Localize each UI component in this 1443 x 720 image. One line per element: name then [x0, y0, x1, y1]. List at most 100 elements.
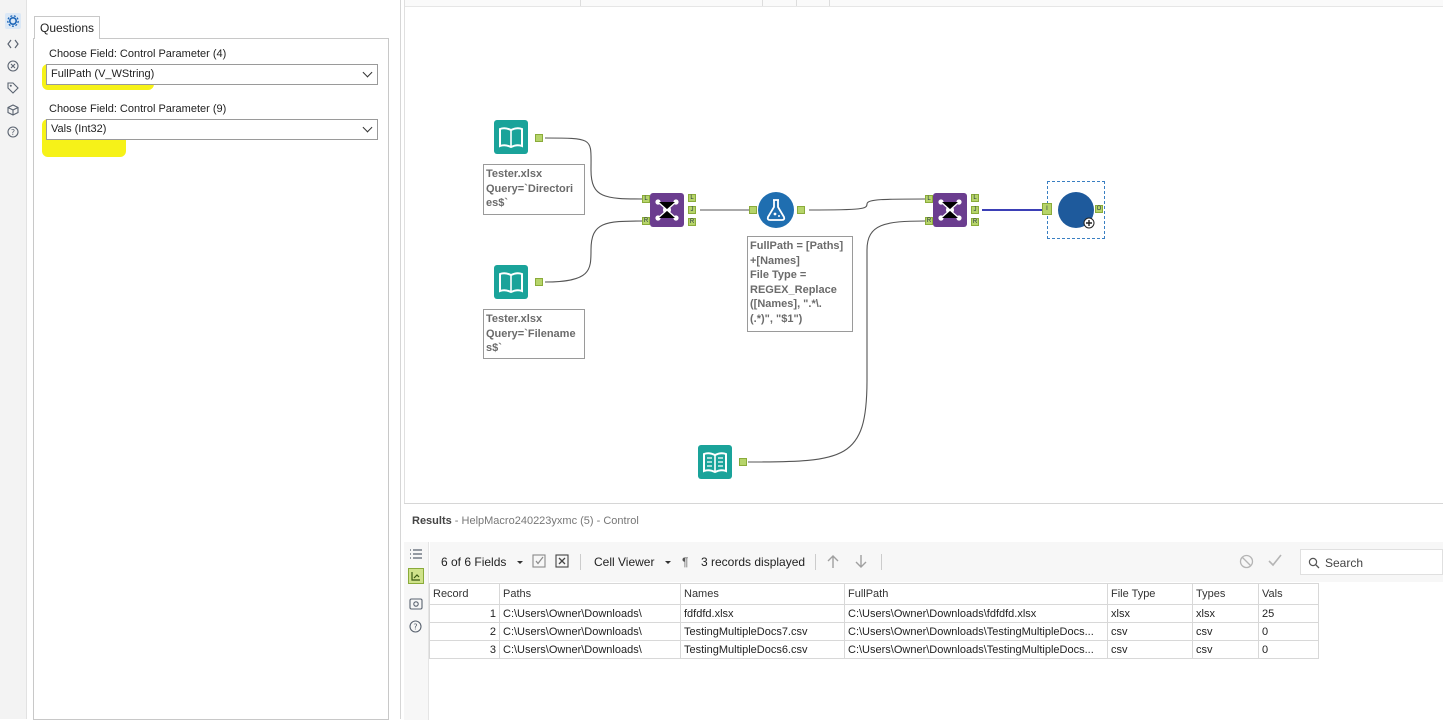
cell-viewer-dropdown[interactable]: Cell Viewer	[594, 555, 672, 569]
results-side-rail: ?	[404, 542, 429, 720]
workflow-canvas[interactable]: Tester.xlsx Query=`Directori es$` Tester…	[404, 0, 1443, 503]
fields-dropdown[interactable]: 6 of 6 Fields	[441, 555, 524, 569]
records-count: 3 records displayed	[701, 555, 806, 569]
config-icon-rail: ?	[0, 0, 27, 719]
field2-label: Choose Field: Control Parameter (9)	[49, 103, 227, 115]
column-header[interactable]: Record	[429, 583, 500, 605]
table-cell[interactable]: C:\Users\Owner\Downloads\	[499, 640, 681, 659]
record-cell[interactable]: 2	[429, 622, 500, 641]
results-title: Results - HelpMacro240223yxmc (5) - Cont…	[412, 515, 639, 527]
join-join-output-anchor[interactable]: J	[971, 206, 979, 214]
table-cell[interactable]: C:\Users\Owner\Downloads\	[499, 622, 681, 641]
table-cell[interactable]: xlsx	[1107, 604, 1193, 623]
cancel-icon[interactable]	[1239, 554, 1254, 572]
tab-questions[interactable]: Questions	[34, 16, 100, 39]
chevron-down-icon	[516, 561, 523, 564]
column-header[interactable]: File Type	[1107, 583, 1193, 605]
formula-tool[interactable]	[758, 192, 794, 228]
join-left-output-anchor[interactable]: L	[971, 194, 979, 202]
table-cell[interactable]: 0	[1258, 640, 1319, 659]
table-cell[interactable]: fdfdfd.xlsx	[680, 604, 845, 623]
arrow-down-icon[interactable]	[854, 554, 868, 572]
chevron-down-icon	[362, 122, 373, 133]
table-row[interactable]: 3 C:\Users\Owner\Downloads\ TestingMulti…	[429, 640, 1319, 659]
table-row[interactable]: 1 C:\Users\Owner\Downloads\ fdfdfd.xlsx …	[429, 604, 1319, 623]
input-data-tool[interactable]	[698, 445, 732, 479]
tag-icon[interactable]	[5, 80, 21, 96]
uncheck-fields-icon[interactable]	[555, 554, 569, 571]
check-fields-icon[interactable]	[532, 554, 546, 571]
column-header[interactable]: Paths	[499, 583, 681, 605]
table-cell[interactable]: 0	[1258, 622, 1319, 641]
field1-select[interactable]: FullPath (V_WString)	[46, 64, 378, 85]
results-title-bold: Results	[412, 515, 452, 527]
messages-icon[interactable]	[409, 598, 423, 613]
field1-label: Choose Field: Control Parameter (4)	[49, 48, 227, 60]
table-cell[interactable]: xlsx	[1192, 604, 1259, 623]
column-header[interactable]: FullPath	[844, 583, 1108, 605]
chevron-down-icon	[664, 561, 671, 564]
input2-annotation: Tester.xlsx Query=`Filename s$`	[483, 309, 585, 359]
help-icon[interactable]: ?	[5, 124, 21, 140]
apply-check-icon[interactable]	[1267, 553, 1283, 571]
macro-output-tool[interactable]	[1057, 191, 1095, 229]
arrow-up-icon[interactable]	[826, 554, 840, 572]
connection-line	[544, 220, 644, 283]
pilcrow-icon[interactable]: ¶	[682, 555, 688, 569]
join-right-input-anchor[interactable]: R	[642, 217, 650, 225]
table-cell[interactable]: csv	[1192, 640, 1259, 659]
join-tool[interactable]	[650, 193, 684, 227]
record-cell[interactable]: 1	[429, 604, 500, 623]
table-cell[interactable]: TestingMultipleDocs6.csv	[680, 640, 845, 659]
chevron-down-icon	[362, 67, 373, 78]
toolbar-divider	[881, 554, 882, 570]
table-cell[interactable]: C:\Users\Owner\Downloads\TestingMultiple…	[844, 640, 1108, 659]
toolbar-divider	[580, 554, 581, 570]
record-cell[interactable]: 3	[429, 640, 500, 659]
input-data-tool[interactable]	[494, 120, 528, 154]
code-icon[interactable]	[5, 36, 21, 52]
data-view-icon[interactable]	[408, 568, 424, 584]
column-header[interactable]: Vals	[1258, 583, 1319, 605]
column-header[interactable]: Names	[680, 583, 845, 605]
results-toolbar: 6 of 6 Fields Cell Viewer ¶ 3 records di…	[430, 542, 1443, 582]
connection-lines	[544, 137, 1043, 463]
join-right-output-anchor[interactable]: R	[688, 218, 696, 226]
table-cell[interactable]: TestingMultipleDocs7.csv	[680, 622, 845, 641]
viewer-label: Cell Viewer	[594, 555, 655, 569]
join-right-input-anchor[interactable]: R	[925, 217, 933, 225]
gear-icon[interactable]	[5, 13, 21, 29]
join-left-input-anchor[interactable]: L	[925, 195, 933, 203]
macro-output-anchor[interactable]: O	[1095, 205, 1103, 213]
table-cell[interactable]: 25	[1258, 604, 1319, 623]
table-row[interactable]: 2 C:\Users\Owner\Downloads\ TestingMulti…	[429, 622, 1319, 641]
search-icon	[1308, 557, 1320, 569]
table-cell[interactable]: C:\Users\Owner\Downloads\TestingMultiple…	[844, 622, 1108, 641]
join-right-output-anchor[interactable]: R	[971, 218, 979, 226]
table-cell[interactable]: csv	[1107, 622, 1193, 641]
table-cell[interactable]: C:\Users\Owner\Downloads\	[499, 604, 681, 623]
formula-input-anchor[interactable]	[749, 206, 757, 214]
search-input[interactable]: Search	[1300, 549, 1443, 575]
output-anchor[interactable]	[535, 134, 543, 142]
cube-icon[interactable]	[5, 102, 21, 118]
macro-input-anchor[interactable]: I	[1042, 203, 1052, 215]
svg-text:?: ?	[413, 623, 417, 632]
join-left-output-anchor[interactable]: L	[688, 194, 696, 202]
table-header-row: Record Paths Names FullPath File Type Ty…	[429, 583, 1319, 605]
table-cell[interactable]: C:\Users\Owner\Downloads\fdfdfd.xlsx	[844, 604, 1108, 623]
table-cell[interactable]: csv	[1107, 640, 1193, 659]
output-anchor[interactable]	[739, 458, 747, 466]
formula-output-anchor[interactable]	[797, 206, 805, 214]
input-data-tool[interactable]	[494, 265, 528, 299]
table-cell[interactable]: csv	[1192, 622, 1259, 641]
join-join-output-anchor[interactable]: J	[688, 206, 696, 214]
column-header[interactable]: Types	[1192, 583, 1259, 605]
field2-select[interactable]: Vals (Int32)	[46, 119, 378, 140]
output-anchor[interactable]	[535, 278, 543, 286]
join-left-input-anchor[interactable]: L	[642, 195, 650, 203]
join-tool[interactable]	[933, 193, 967, 227]
help-icon[interactable]: ?	[409, 620, 422, 636]
list-icon[interactable]	[409, 548, 423, 563]
connection-icon[interactable]	[5, 58, 21, 74]
